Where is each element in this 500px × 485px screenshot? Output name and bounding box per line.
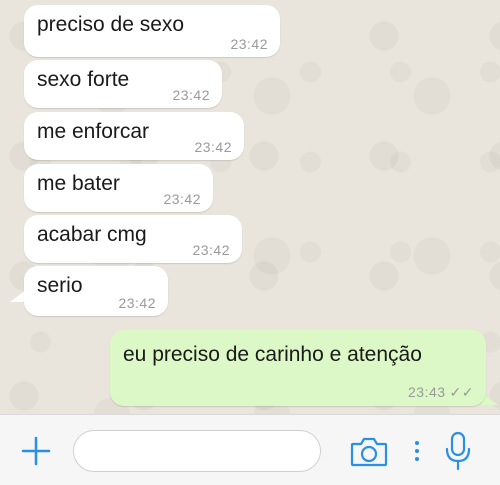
incoming-message[interactable]: preciso de sexo 23:42 bbox=[24, 5, 280, 57]
incoming-message[interactable]: me enforcar 23:42 bbox=[24, 112, 244, 160]
message-text: me bater bbox=[37, 172, 120, 195]
incoming-message[interactable]: acabar cmg 23:42 bbox=[24, 215, 242, 263]
incoming-message[interactable]: sexo forte 23:42 bbox=[24, 60, 222, 108]
message-text: sexo forte bbox=[37, 68, 130, 91]
message-text: acabar cmg bbox=[37, 223, 147, 246]
message-time: 23:42 bbox=[192, 242, 230, 258]
message-time-status: 23:43 ✓✓ bbox=[408, 384, 474, 401]
message-time: 23:42 bbox=[118, 295, 156, 311]
incoming-message[interactable]: me bater 23:42 bbox=[24, 164, 213, 212]
outgoing-message[interactable]: eu preciso de carinho e atenção 23:43 ✓✓ bbox=[110, 330, 486, 406]
message-text: me enforcar bbox=[37, 120, 150, 143]
message-time: 23:42 bbox=[172, 87, 210, 103]
more-vertical-icon[interactable] bbox=[414, 439, 420, 463]
message-time: 23:42 bbox=[194, 139, 232, 155]
message-text: eu preciso de carinho e atenção bbox=[123, 343, 422, 366]
microphone-icon[interactable] bbox=[444, 431, 472, 471]
camera-icon[interactable] bbox=[350, 437, 388, 467]
message-text: preciso de sexo bbox=[37, 13, 185, 36]
message-time: 23:43 bbox=[407, 384, 446, 400]
message-time: 23:42 bbox=[163, 191, 201, 207]
message-time: 23:42 bbox=[230, 36, 268, 52]
chat-area: preciso de sexo 23:42 sexo forte 23:42 m… bbox=[0, 0, 500, 414]
input-bar bbox=[0, 414, 500, 485]
incoming-message[interactable]: serio 23:42 bbox=[24, 266, 168, 316]
plus-icon[interactable] bbox=[20, 435, 52, 467]
message-input[interactable] bbox=[73, 430, 321, 472]
message-text: serio bbox=[37, 274, 83, 297]
double-check-icon: ✓✓ bbox=[449, 384, 474, 400]
